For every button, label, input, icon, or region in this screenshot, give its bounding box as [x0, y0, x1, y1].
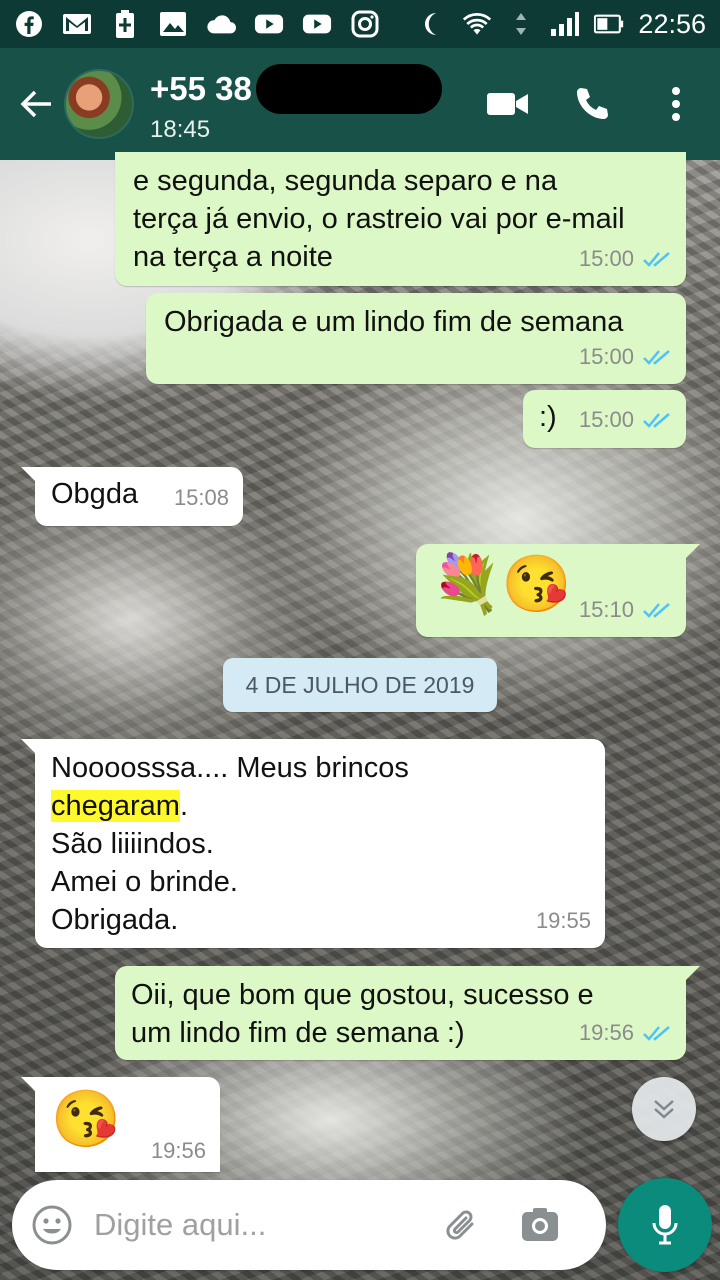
last-seen: 18:45 — [150, 116, 211, 143]
message-text-line: Noooosssa.... Meus brincos — [51, 752, 409, 784]
message-outgoing[interactable]: 💐😘 15:10 — [416, 544, 700, 637]
date-divider: 4 DE JULHO DE 2019 — [223, 658, 497, 712]
message-list[interactable]: e segunda, segunda separo e na terça já … — [0, 152, 720, 1175]
double-chevron-down-icon — [654, 1100, 674, 1119]
emoji-icon[interactable] — [30, 1203, 74, 1247]
message-text-line: Obrigada. — [51, 904, 179, 936]
message-text-line: Obrigada e um lindo fim de semana — [164, 306, 624, 338]
message-time: 19:56 — [578, 1020, 634, 1045]
message-outgoing[interactable]: :) 15:00 — [523, 390, 686, 448]
message-incoming[interactable]: 😘 19:56 — [21, 1077, 220, 1172]
youtube-icon — [302, 9, 332, 39]
microphone-icon — [652, 1205, 678, 1245]
paperclip-icon[interactable] — [438, 1201, 486, 1249]
back-arrow-icon[interactable] — [10, 78, 62, 130]
cloud-icon — [206, 9, 236, 39]
more-vert-icon[interactable] — [654, 82, 698, 126]
message-time: 15:08 — [173, 485, 229, 510]
facebook-icon — [14, 9, 44, 39]
video-call-icon[interactable] — [486, 82, 530, 126]
avatar[interactable] — [64, 69, 134, 139]
message-text-line: Amei o brinde. — [51, 866, 238, 898]
message-time: 15:10 — [578, 597, 634, 622]
youtube-icon — [254, 9, 284, 39]
message-text-line: e segunda, segunda separo e na — [133, 165, 558, 197]
signal-icon — [550, 9, 580, 39]
message-text-line: São liiiindos. — [51, 828, 214, 860]
message-outgoing[interactable]: e segunda, segunda separo e na terça já … — [115, 152, 686, 286]
message-text-line: Oii, que bom que gostou, sucesso e — [131, 979, 594, 1011]
chat-header: +55 38 18:45 — [0, 48, 720, 160]
read-receipt-icon — [643, 252, 670, 267]
redaction-mark — [255, 64, 442, 114]
status-bar: 22:56 — [0, 0, 720, 48]
message-incoming[interactable]: Noooosssa.... Meus brincos chegaram. São… — [21, 739, 605, 948]
contact-info[interactable]: +55 38 18:45 — [150, 64, 442, 144]
message-input[interactable] — [94, 1207, 424, 1243]
microphone-button[interactable] — [618, 1178, 712, 1272]
battery-icon — [594, 9, 624, 39]
message-time: 19:55 — [535, 908, 591, 933]
read-receipt-icon — [643, 350, 670, 365]
message-composer — [12, 1180, 606, 1270]
gallery-icon — [158, 9, 188, 39]
message-outgoing[interactable]: Obrigada e um lindo fim de semana 15:00 — [146, 293, 686, 384]
battery-saver-icon — [110, 9, 140, 39]
wifi-icon — [462, 9, 492, 39]
read-receipt-icon — [643, 603, 670, 618]
read-receipt-icon — [643, 1026, 670, 1041]
contact-name: +55 38 — [150, 70, 252, 107]
message-outgoing[interactable]: Oii, que bom que gostou, sucesso e um li… — [115, 966, 700, 1060]
search-highlight: chegaram — [51, 790, 180, 822]
read-receipt-icon — [643, 413, 670, 428]
message-time: 15:00 — [578, 246, 634, 271]
gmail-icon — [62, 9, 92, 39]
data-arrows-icon — [506, 9, 536, 39]
message-text-line: terça já envio, o rastreio vai por e-mai… — [133, 203, 625, 235]
status-time: 22:56 — [638, 8, 706, 39]
message-time: 15:00 — [578, 407, 634, 432]
message-time: 19:56 — [150, 1138, 206, 1163]
do-not-disturb-icon — [418, 9, 448, 39]
phone-icon[interactable] — [570, 82, 614, 126]
message-incoming[interactable]: Obgda 15:08 — [21, 467, 243, 526]
scroll-to-bottom-button[interactable] — [632, 1077, 696, 1141]
message-text-fragment: . — [179, 790, 189, 822]
camera-icon[interactable] — [516, 1201, 564, 1249]
message-time: 15:00 — [578, 344, 634, 369]
instagram-icon — [350, 9, 380, 39]
